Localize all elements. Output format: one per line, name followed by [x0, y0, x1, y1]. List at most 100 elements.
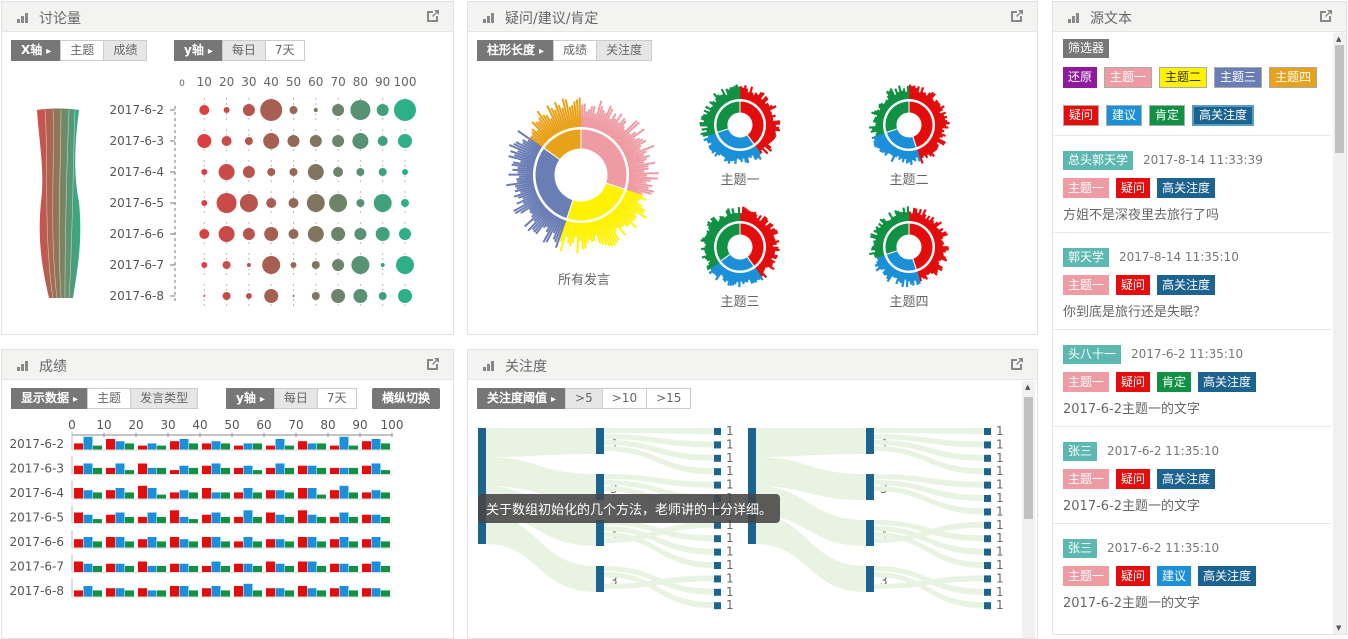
scrollbar-thumb[interactable] [1024, 397, 1033, 519]
data-bar [308, 537, 317, 548]
message-item[interactable]: 郭天学2017-8-14 11:35:10 主题一疑问高关注度 你到底是旅行还是… [1063, 247, 1333, 320]
data-bar [170, 586, 179, 597]
external-link-icon[interactable] [1010, 357, 1024, 371]
filter-topic3[interactable]: 主题三 [1214, 67, 1262, 88]
external-link-icon[interactable] [426, 357, 440, 371]
scroll-down-icon[interactable]: ▼ [1336, 624, 1341, 632]
grade-button[interactable]: 成绩 [103, 40, 147, 61]
message-item[interactable]: 张三2017-6-2 11:35:10 主题一疑问高关注度 2017-6-2主题… [1063, 441, 1333, 514]
data-bar [276, 515, 285, 524]
data-bar [189, 519, 198, 523]
topic-button[interactable]: 主题 [60, 40, 104, 61]
data-dot [379, 168, 387, 176]
data-bar [317, 566, 326, 573]
data-bar [170, 510, 179, 523]
data-dot [243, 166, 255, 178]
data-bar [212, 586, 221, 597]
speech-type-button[interactable]: 发言类型 [130, 388, 198, 409]
data-bar [148, 537, 157, 548]
data-bar [189, 590, 198, 597]
topic-button[interactable]: 主题 [87, 388, 131, 409]
x-tick-label: 80 [320, 418, 335, 432]
data-bar [180, 539, 189, 548]
scrollbar[interactable]: ▲ ▼ [1333, 33, 1346, 634]
data-bar [125, 590, 134, 597]
data-bar [148, 566, 157, 573]
data-bar [180, 564, 189, 573]
data-bar [317, 443, 326, 450]
radial-bar [518, 172, 533, 173]
data-bar [84, 464, 93, 475]
data-bar [372, 464, 381, 475]
scroll-up-icon[interactable]: ▲ [1025, 383, 1030, 391]
data-bar [212, 537, 221, 548]
data-bar [93, 566, 102, 573]
data-bar [84, 490, 93, 499]
y-tick-label: 2017-6-2 [10, 437, 64, 451]
data-bar [244, 443, 253, 450]
external-link-icon[interactable] [1319, 9, 1333, 23]
filter-question[interactable]: 疑问 [1063, 105, 1099, 126]
filter-topic4[interactable]: 主题四 [1269, 67, 1317, 88]
threshold-10-button[interactable]: >10 [602, 388, 647, 409]
x-tick-label: 50 [286, 75, 301, 89]
attention-button[interactable]: 关注度 [596, 40, 652, 61]
data-bar [202, 566, 211, 573]
toggle-orientation-button[interactable]: 横纵切换 [372, 388, 440, 409]
x-tick-label: 10 [96, 418, 111, 432]
message-item[interactable]: 头八十一2017-6-2 11:35:10 主题一疑问肯定高关注度 2017-6… [1063, 344, 1333, 417]
sankey-node [984, 441, 991, 448]
external-link-icon[interactable] [1010, 9, 1024, 23]
bar-length-button[interactable]: 柱形长度 [477, 40, 554, 61]
discussion-dot-chart: 01020304050607080901002017-6-22017-6-320… [107, 72, 437, 312]
x-tick-label: 10 [197, 75, 212, 89]
scrollbar[interactable]: ▲ [1022, 381, 1035, 638]
data-bar [285, 468, 294, 475]
sankey-flow [604, 428, 714, 434]
threshold-15-button[interactable]: >15 [646, 388, 691, 409]
data-bar [138, 446, 147, 450]
topic2-radial-chart [866, 82, 952, 168]
display-data-button[interactable]: 显示数据 [11, 388, 88, 409]
sankey-node [714, 562, 721, 569]
data-bar [244, 466, 253, 475]
data-bar [362, 466, 371, 475]
threshold-button[interactable]: 关注度阈值 [477, 388, 566, 409]
sankey-node [596, 566, 604, 592]
data-bar [298, 562, 307, 573]
filter-topic1[interactable]: 主题一 [1104, 67, 1152, 88]
sankey-node-label: 1 [726, 598, 734, 612]
xaxis-button[interactable]: X轴 [11, 40, 61, 61]
scrollbar-thumb[interactable] [1335, 45, 1344, 153]
filter-restore[interactable]: 还原 [1063, 67, 1097, 88]
scroll-up-icon[interactable]: ▲ [1336, 35, 1341, 43]
message-tag: 肯定 [1157, 372, 1191, 392]
week-button[interactable]: 7天 [265, 40, 305, 61]
data-bar [244, 564, 253, 573]
grade-button[interactable]: 成绩 [553, 40, 597, 61]
filter-affirm[interactable]: 肯定 [1149, 105, 1185, 126]
data-dot [262, 256, 280, 274]
data-bar [221, 590, 230, 597]
panel-title: 成绩 [39, 356, 67, 376]
message-item[interactable]: 张三2017-6-2 11:35:10 主题一疑问建议高关注度 2017-6-2… [1063, 538, 1333, 611]
yaxis-button[interactable]: y轴 [174, 40, 223, 61]
data-bar [148, 468, 157, 475]
filter-high-attention[interactable]: 高关注度 [1192, 105, 1254, 126]
message-item[interactable]: 总头郭天学2017-8-14 11:33:39 主题一疑问高关注度 方姐不是深夜… [1063, 150, 1333, 223]
external-link-icon[interactable] [426, 9, 440, 23]
sankey-node-label: 1 [726, 464, 734, 478]
filter-suggest[interactable]: 建议 [1106, 105, 1142, 126]
data-bar [285, 446, 294, 450]
daily-button[interactable]: 每日 [274, 388, 318, 409]
data-bar [202, 537, 211, 548]
threshold-5-button[interactable]: >5 [565, 388, 603, 409]
data-bar [221, 492, 230, 499]
yaxis-button[interactable]: y轴 [226, 388, 275, 409]
data-bar [170, 470, 179, 474]
data-bar [157, 541, 166, 548]
week-button[interactable]: 7天 [317, 388, 357, 409]
filter-topic2[interactable]: 主题二 [1159, 67, 1207, 88]
sankey-node [984, 602, 991, 609]
daily-button[interactable]: 每日 [222, 40, 266, 61]
